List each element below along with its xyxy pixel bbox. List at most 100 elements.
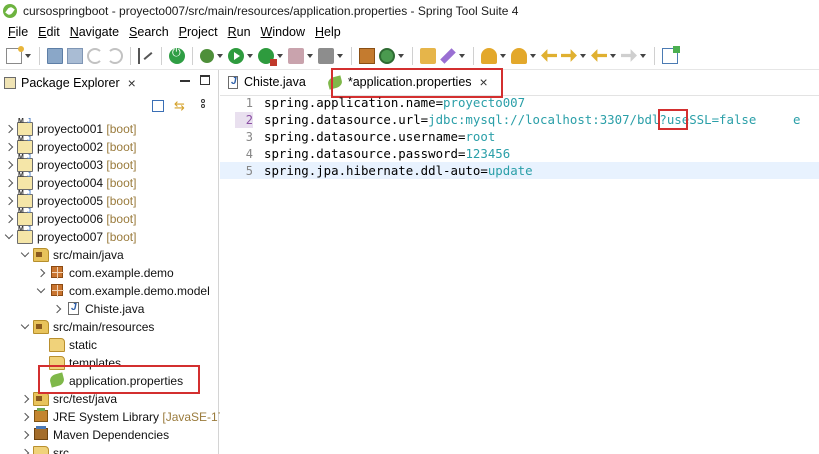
editor-tab-bar: Chiste.java *application.properties ×	[220, 68, 819, 98]
external-tools-icon[interactable]	[318, 47, 334, 64]
chevron-right-icon[interactable]	[36, 268, 46, 278]
boot-dashboard-icon[interactable]	[169, 47, 185, 64]
forward-dropdown-icon[interactable]	[640, 53, 646, 58]
chevron-down-icon[interactable]	[20, 320, 30, 330]
view-menu-icon[interactable]	[201, 99, 205, 113]
property-key: spring.datasource.password	[264, 146, 458, 161]
search-icon[interactable]	[440, 47, 456, 64]
property-equals: =	[480, 163, 488, 178]
menu-edit[interactable]: Edit	[33, 25, 65, 39]
new-spring-dropdown-icon[interactable]	[398, 53, 404, 58]
back-icon[interactable]	[591, 49, 607, 62]
open-perspective-icon[interactable]	[662, 45, 680, 64]
stop-icon[interactable]	[288, 47, 304, 64]
maximize-icon[interactable]	[200, 75, 210, 85]
external-tools-dropdown-icon[interactable]	[337, 53, 343, 58]
tab-chiste-java-label: Chiste.java	[244, 75, 306, 89]
debug-icon[interactable]	[200, 48, 214, 63]
run-icon[interactable]	[228, 47, 244, 64]
tree-item-decoration: [boot]	[103, 158, 137, 172]
next-annotation-dropdown-icon[interactable]	[500, 53, 506, 58]
chevron-right-icon[interactable]	[4, 160, 14, 170]
menu-window[interactable]: Window	[256, 25, 310, 39]
open-type-icon[interactable]	[420, 47, 436, 64]
tree-item-label: src	[53, 446, 69, 454]
toolbar-separator	[130, 46, 131, 65]
code-editor[interactable]: 1 spring.application.name=proyecto007 2 …	[220, 95, 819, 454]
maven-library-icon	[34, 426, 48, 440]
menu-bar: File Edit Navigate Search Project Run Wi…	[0, 22, 819, 42]
chevron-right-icon[interactable]	[20, 394, 30, 404]
source-folder-icon	[33, 248, 49, 262]
forward-edit-icon[interactable]	[561, 49, 577, 62]
chevron-down-icon[interactable]	[4, 230, 14, 240]
tree-item-label: proyecto001	[37, 122, 104, 136]
chevron-right-icon[interactable]	[4, 196, 14, 206]
close-icon[interactable]: ×	[480, 74, 488, 90]
chevron-right-icon[interactable]	[20, 412, 30, 422]
run-configuration-dropdown-icon[interactable]	[277, 53, 283, 58]
chevron-right-icon[interactable]	[52, 304, 62, 314]
run-configuration-icon[interactable]	[258, 47, 277, 66]
menu-navigate[interactable]: Navigate	[65, 25, 124, 39]
forward-icon[interactable]	[621, 49, 637, 62]
tree-item-label: proyecto007	[37, 230, 104, 244]
tree-item-label: src/main/java	[53, 248, 124, 262]
close-icon[interactable]: ×	[128, 75, 136, 91]
spring-boot-project-icon	[17, 136, 33, 154]
menu-search[interactable]: Search	[124, 25, 174, 39]
redo-icon[interactable]	[107, 47, 123, 64]
chevron-right-icon[interactable]	[4, 124, 14, 134]
tab-package-explorer[interactable]: Package Explorer ×	[0, 70, 142, 96]
link-with-editor-icon[interactable]: ⇆	[174, 99, 188, 112]
next-annotation-icon[interactable]	[481, 47, 497, 64]
save-icon[interactable]	[47, 47, 63, 64]
chevron-right-icon[interactable]	[20, 430, 30, 440]
tree-item-label: proyecto002	[37, 140, 104, 154]
tree-item-decoration: [boot]	[103, 212, 137, 226]
spring-boot-project-icon	[17, 154, 33, 172]
tree-item-label: com.example.demo.model	[69, 284, 210, 298]
new-dropdown-icon[interactable]	[25, 53, 31, 58]
chevron-down-icon[interactable]	[20, 248, 30, 258]
spring-properties-icon	[48, 372, 66, 388]
editor-area: Chiste.java *application.properties × 1 …	[220, 68, 819, 454]
spring-boot-project-icon	[17, 226, 33, 244]
tree-item-label: templates	[69, 356, 122, 370]
menu-run[interactable]: Run	[223, 25, 256, 39]
menu-project[interactable]: Project	[174, 25, 223, 39]
previous-annotation-icon[interactable]	[511, 47, 527, 64]
chevron-right-icon[interactable]	[20, 448, 30, 454]
undo-icon[interactable]	[87, 47, 103, 64]
view-controls	[180, 75, 210, 85]
new-spring-starter-icon[interactable]	[379, 47, 395, 64]
collapse-all-icon[interactable]	[152, 100, 164, 112]
chevron-right-icon[interactable]	[4, 214, 14, 224]
menu-file[interactable]: File	[3, 25, 33, 39]
minimize-icon[interactable]	[180, 80, 190, 82]
spring-boot-project-icon	[17, 172, 33, 190]
new-java-project-icon[interactable]	[359, 47, 375, 64]
run-dropdown-icon[interactable]	[247, 53, 253, 58]
menu-help[interactable]: Help	[310, 25, 346, 39]
forward-edit-dropdown-icon[interactable]	[580, 53, 586, 58]
new-icon[interactable]	[6, 45, 24, 64]
folder-icon	[33, 446, 49, 454]
save-all-icon[interactable]	[67, 47, 83, 64]
spring-boot-project-icon	[17, 208, 33, 226]
tab-application-properties[interactable]: *application.properties ×	[319, 69, 498, 95]
stop-dropdown-icon[interactable]	[307, 53, 313, 58]
debug-dropdown-icon[interactable]	[217, 53, 223, 58]
tree-item-label: src/test/java	[53, 392, 118, 406]
tab-chiste-java[interactable]: Chiste.java	[220, 69, 316, 95]
chevron-right-icon[interactable]	[4, 142, 14, 152]
skip-breakpoints-icon[interactable]	[138, 47, 154, 64]
back-dropdown-icon[interactable]	[610, 53, 616, 58]
chevron-down-icon[interactable]	[36, 284, 46, 294]
search-dropdown-icon[interactable]	[459, 53, 465, 58]
tree-item-label: src/main/resources	[53, 320, 155, 334]
code-line: 3 spring.datasource.username=root	[220, 128, 819, 145]
chevron-right-icon[interactable]	[4, 178, 14, 188]
last-edit-location-icon[interactable]	[541, 49, 557, 62]
previous-annotation-dropdown-icon[interactable]	[530, 53, 536, 58]
